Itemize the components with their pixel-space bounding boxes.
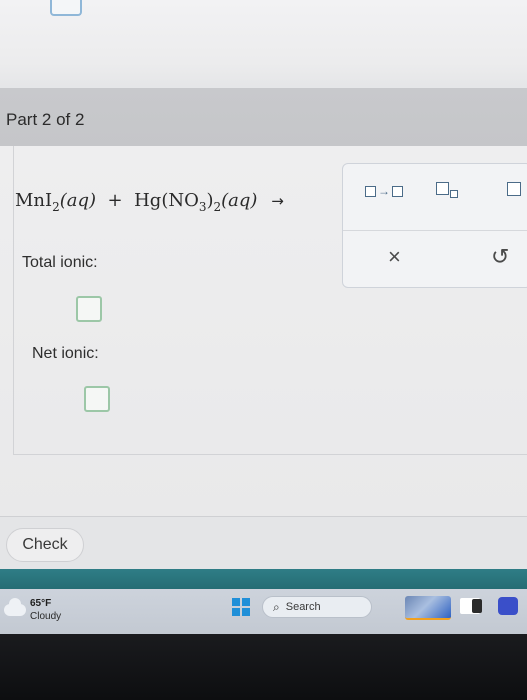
superscript-template-button[interactable] <box>507 182 521 201</box>
subscript-template-button[interactable] <box>436 182 458 198</box>
reaction-arrow-template-button[interactable]: → <box>365 184 403 198</box>
clear-button[interactable]: × <box>388 244 401 270</box>
reactant1-state: (aq) <box>59 190 97 211</box>
taskbar-app-thumbnail[interactable] <box>405 596 451 620</box>
undo-button[interactable]: ↺ <box>491 244 509 270</box>
search-icon: ⌕ <box>273 599 280 614</box>
subscript-box-icon <box>450 190 458 198</box>
taskbar-app-icon-3[interactable] <box>498 597 518 615</box>
reactant2-formula-b: ) <box>206 190 214 211</box>
check-button[interactable]: Check <box>6 528 84 562</box>
previous-answer-box[interactable] <box>50 0 82 16</box>
total-ionic-label: Total ionic: <box>22 254 98 271</box>
footer-bar <box>0 569 527 589</box>
windows-start-icon[interactable] <box>232 598 250 616</box>
net-ionic-input[interactable] <box>84 386 110 412</box>
top-area <box>0 0 527 90</box>
template-box-icon <box>507 182 521 196</box>
weather-temperature[interactable]: 65°F <box>30 598 51 609</box>
plus-sign: + <box>107 190 123 211</box>
equation-toolbar: → × ↺ <box>342 163 527 288</box>
reactant1-subscript: 2 <box>52 200 60 214</box>
total-ionic-input[interactable] <box>76 296 102 322</box>
reactant2-subscript-outer: 2 <box>213 200 222 214</box>
weather-condition[interactable]: Cloudy <box>30 611 61 622</box>
reaction-arrow: → <box>271 192 284 210</box>
reactant-box-icon <box>365 185 376 197</box>
taskbar-search[interactable]: ⌕ Search <box>262 596 372 618</box>
reactant2-state: (aq) <box>221 190 258 211</box>
taskbar-app-icon-2[interactable] <box>472 599 482 613</box>
search-label: Search <box>285 601 321 613</box>
cloud-icon[interactable] <box>4 598 26 616</box>
toolbar-divider <box>343 230 527 231</box>
arrow-icon: → <box>378 184 390 198</box>
screen-bezel <box>0 634 527 700</box>
chemical-equation: MnI2(aq) + Hg(NO3)2(aq) → <box>15 190 284 214</box>
net-ionic-label: Net ionic: <box>32 345 99 362</box>
base-box-icon <box>436 182 449 195</box>
reactant2-formula-a: Hg(NO <box>134 190 199 211</box>
part-label: Part 2 of 2 <box>6 110 85 129</box>
product-box-icon <box>392 185 403 197</box>
reactant1-formula: MnI <box>15 190 53 211</box>
